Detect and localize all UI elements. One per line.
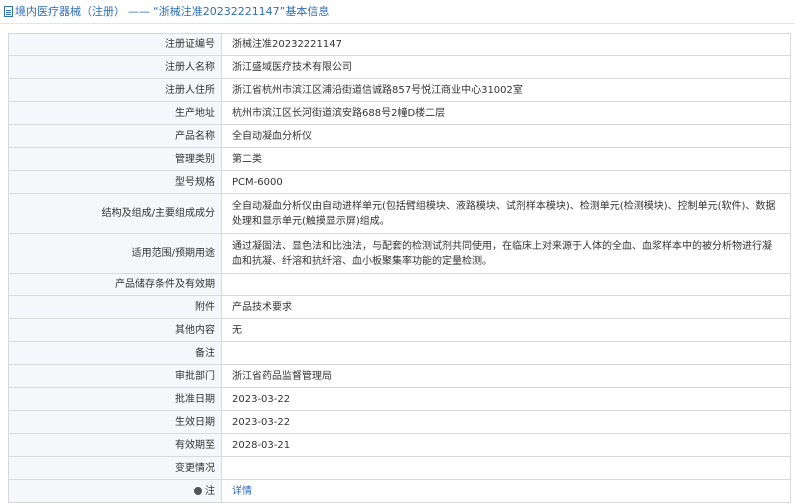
- row-label: 适用范围/预期用途: [8, 233, 222, 274]
- row-value: 全自动凝血分析仪由自动进样单元(包括臂组模块、液路模块、试剂样本模块)、检测单元…: [221, 193, 791, 234]
- row-label: 型号规格: [8, 170, 222, 194]
- table-row: 其他内容 无: [8, 318, 791, 342]
- row-value: [221, 273, 791, 296]
- table-row: 结构及组成/主要组成成分 全自动凝血分析仪由自动进样单元(包括臂组模块、液路模块…: [8, 193, 791, 234]
- row-label: 生效日期: [8, 410, 222, 434]
- row-label: 产品名称: [8, 124, 222, 148]
- row-label: 批准日期: [8, 387, 222, 411]
- row-value: [221, 341, 791, 365]
- row-value: 无: [221, 318, 791, 342]
- row-label: 注册人名称: [8, 55, 222, 79]
- table-row: 生产地址 杭州市滨江区长河街道滨安路688号2幢D楼二层: [8, 101, 791, 125]
- table-row: 产品名称 全自动凝血分析仪: [8, 124, 791, 148]
- table-row: 附件 产品技术要求: [8, 295, 791, 319]
- row-value: [221, 456, 791, 480]
- row-value: 浙江省杭州市滨江区浦沿街道信诚路857号悦江商业中心31002室: [221, 78, 791, 102]
- breadcrumb-category[interactable]: 境内医疗器械（注册）: [15, 3, 125, 19]
- table-row: 产品储存条件及有效期: [8, 273, 791, 296]
- document-icon: [4, 5, 13, 17]
- row-label: 管理类别: [8, 147, 222, 171]
- row-label: 变更情况: [8, 456, 222, 480]
- header-divider: [0, 23, 795, 24]
- row-value: 通过凝固法、显色法和比浊法，与配套的检测试剂共同使用，在临床上对来源于人体的全血…: [221, 233, 791, 274]
- details-link[interactable]: 详情: [232, 486, 252, 497]
- row-value: 详情: [221, 479, 791, 503]
- table-row: 审批部门 浙江省药品监督管理局: [8, 364, 791, 388]
- row-value: 产品技术要求: [221, 295, 791, 319]
- detail-table: 注册证编号 浙械注准20232221147 注册人名称 浙江盛域医疗技术有限公司…: [8, 33, 791, 503]
- breadcrumb-separator: ——: [128, 4, 150, 18]
- row-label: 其他内容: [8, 318, 222, 342]
- table-row: 注册人名称 浙江盛域医疗技术有限公司: [8, 55, 791, 79]
- row-value: 2023-03-22: [221, 410, 791, 434]
- row-value: 浙江盛域医疗技术有限公司: [221, 55, 791, 79]
- row-value: 2028-03-21: [221, 433, 791, 457]
- row-label: 审批部门: [8, 364, 222, 388]
- table-row: 管理类别 第二类: [8, 147, 791, 171]
- row-label: 产品储存条件及有效期: [8, 273, 222, 296]
- row-value: 杭州市滨江区长河街道滨安路688号2幢D楼二层: [221, 101, 791, 125]
- row-value: 浙江省药品监督管理局: [221, 364, 791, 388]
- table-row: 注册证编号 浙械注准20232221147: [8, 33, 791, 56]
- table-row: 注 详情: [8, 479, 791, 503]
- row-value: 浙械注准20232221147: [221, 33, 791, 56]
- row-label: 结构及组成/主要组成成分: [8, 193, 222, 234]
- page-header: 境内医疗器械（注册） —— “浙械注准20232221147”基本信息: [0, 0, 795, 22]
- table-row: 生效日期 2023-03-22: [8, 410, 791, 434]
- row-label: 注册证编号: [8, 33, 222, 56]
- row-label: 有效期至: [8, 433, 222, 457]
- footnote-label-cell: 注: [8, 479, 222, 503]
- table-row: 有效期至 2028-03-21: [8, 433, 791, 457]
- table-row: 型号规格 PCM-6000: [8, 170, 791, 194]
- table-row: 备注: [8, 341, 791, 365]
- row-value: 第二类: [221, 147, 791, 171]
- table-row: 注册人住所 浙江省杭州市滨江区浦沿街道信诚路857号悦江商业中心31002室: [8, 78, 791, 102]
- row-value: 2023-03-22: [221, 387, 791, 411]
- table-row: 批准日期 2023-03-22: [8, 387, 791, 411]
- page-title: “浙械注准20232221147”基本信息: [153, 5, 330, 18]
- row-label: 附件: [8, 295, 222, 319]
- row-value: 全自动凝血分析仪: [221, 124, 791, 148]
- row-value: PCM-6000: [221, 170, 791, 194]
- row-label: 备注: [8, 341, 222, 365]
- footnote-label: 注: [205, 485, 215, 497]
- table-row: 适用范围/预期用途 通过凝固法、显色法和比浊法，与配套的检测试剂共同使用，在临床…: [8, 233, 791, 274]
- row-label: 生产地址: [8, 101, 222, 125]
- row-label: 注册人住所: [8, 78, 222, 102]
- gear-icon: [194, 486, 202, 495]
- table-row: 变更情况: [8, 456, 791, 480]
